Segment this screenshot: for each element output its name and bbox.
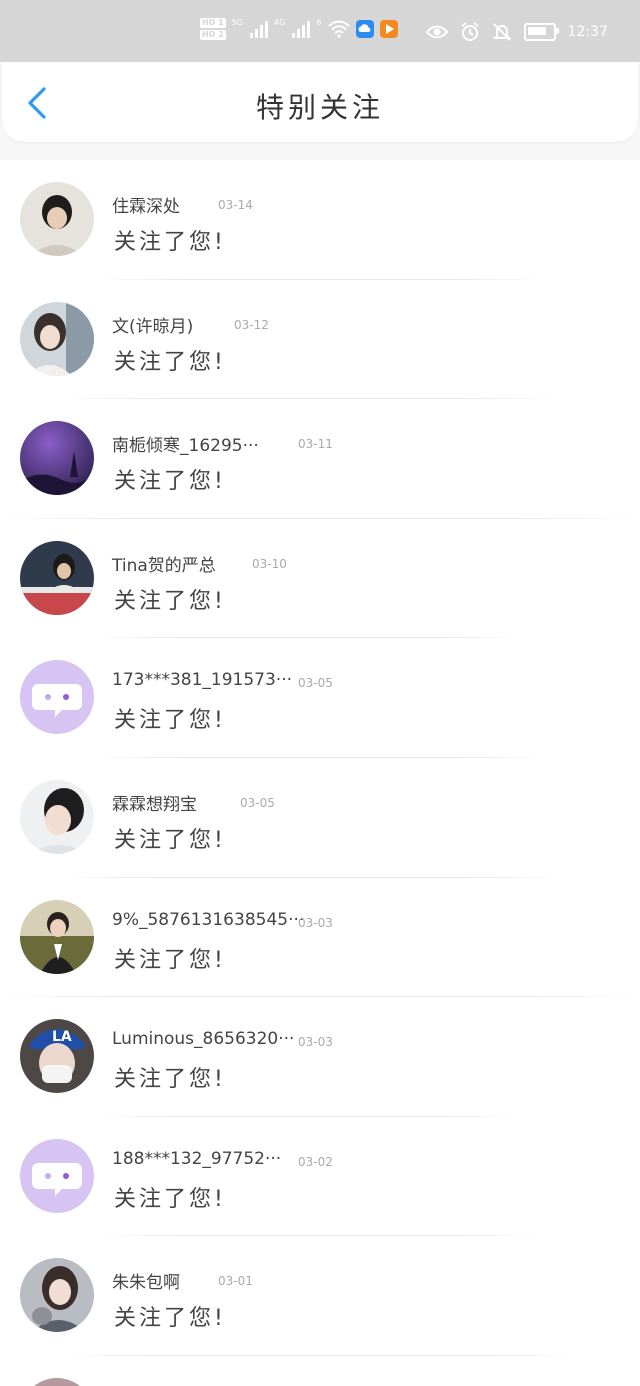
user-name: 朱朱包啊	[112, 1273, 180, 1294]
wifi-label: 6	[316, 18, 322, 27]
status-bar: HD 1 HD 2 5G 4G 6 12:37	[0, 0, 640, 62]
eye-icon	[425, 25, 448, 39]
follow-date: 03-03	[298, 915, 333, 930]
list-item[interactable]: LA Luminous_8656320··· 03-03 关注了您!	[0, 997, 640, 1117]
user-name: 霖霖想翔宝	[112, 794, 197, 815]
navigation-header: 特别关注	[2, 62, 638, 142]
follow-message: 关注了您!	[114, 827, 226, 853]
follow-date: 03-05	[298, 676, 333, 691]
user-name: 9%_58761316385​45···	[112, 909, 305, 930]
user-name: Tina贺的严总	[112, 555, 216, 576]
follow-date: 03-02	[298, 1154, 333, 1169]
avatar	[20, 899, 94, 974]
user-name: 南栀倾寒_16295···	[112, 436, 259, 457]
list-item[interactable]: 188***132_97752··· 03-02 关注了您!	[0, 1117, 640, 1237]
list-item[interactable]: Tina贺的严总 03-10 关注了您!	[0, 519, 640, 639]
avatar	[20, 301, 94, 376]
hd1-badge: HD 1	[200, 18, 226, 28]
avatar	[20, 182, 94, 256]
follow-date: 03-05	[240, 795, 275, 810]
user-name: 188***132_97752···	[112, 1148, 282, 1169]
follow-date: 03-01	[218, 1274, 253, 1289]
user-name: 173***381_191573···	[112, 670, 293, 691]
user-name: 文(许晾月)	[112, 316, 194, 337]
follow-message: 关注了您!	[114, 588, 226, 614]
network-5g-label: 5G	[231, 18, 243, 27]
default-avatar-icon	[20, 1138, 94, 1213]
status-left: HD 1 HD 2 5G 4G 6	[200, 18, 399, 40]
status-right: 12:37	[425, 22, 608, 42]
status-time: 12:37	[567, 24, 608, 40]
avatar	[20, 1258, 94, 1333]
list-item[interactable]: 朱朱包啊 03-01 关注了您!	[0, 1236, 640, 1356]
follow-message: 关注了您!	[114, 1067, 226, 1093]
network-4g-label: 4G	[273, 18, 286, 27]
avatar: LA	[20, 1019, 94, 1094]
follow-date: 03-03	[298, 1035, 333, 1050]
signal-icon-2	[292, 20, 311, 38]
list-item[interactable]: 9%_58761316385​45··· 03-03 关注了您!	[0, 878, 640, 998]
list-item-partial[interactable]	[0, 1356, 640, 1386]
follow-date: 03-14	[218, 198, 253, 212]
alarm-icon	[461, 22, 479, 41]
hd2-badge: HD 2	[200, 30, 226, 40]
hd-indicator: HD 1 HD 2	[200, 18, 226, 40]
mute-icon	[492, 23, 512, 41]
avatar	[20, 540, 94, 615]
default-avatar-icon	[20, 660, 94, 735]
signal-icon	[249, 20, 268, 38]
follow-message: 关注了您!	[114, 1186, 226, 1212]
svg-text:LA: LA	[52, 1029, 72, 1045]
user-name: Luminous_8656320···	[112, 1029, 295, 1050]
list-item[interactable]: 南栀倾寒_16295··· 03-11 关注了您!	[0, 399, 640, 519]
follow-list: 住霖深处 03-14 关注了您! 文(许晾月) 03-12 关注了您! 南栀倾寒…	[0, 160, 640, 1386]
list-item[interactable]: 文(许晾月) 03-12 关注了您!	[0, 280, 640, 400]
follow-message: 关注了您!	[114, 349, 226, 375]
follow-message: 关注了您!	[114, 469, 226, 495]
video-app-icon	[380, 20, 399, 38]
list-item[interactable]: 173***381_191573··· 03-05 关注了您!	[0, 638, 640, 758]
battery-icon	[523, 23, 559, 41]
follow-message: 关注了您!	[114, 230, 226, 255]
avatar	[20, 779, 94, 854]
follow-message: 关注了您!	[114, 1306, 226, 1332]
wifi-icon	[328, 20, 351, 38]
follow-date: 03-10	[252, 556, 287, 571]
page-title: 特别关注	[255, 91, 384, 124]
list-item[interactable]: 霖霖想翔宝 03-05 关注了您!	[0, 758, 640, 878]
follow-date: 03-11	[298, 437, 333, 452]
avatar	[20, 421, 94, 496]
cloud-app-icon	[356, 20, 375, 38]
list-item[interactable]: 住霖深处 03-14 关注了您!	[0, 160, 640, 280]
avatar	[20, 1377, 94, 1386]
follow-message: 关注了您!	[114, 947, 226, 973]
follow-date: 03-12	[234, 317, 269, 332]
follow-message: 关注了您!	[114, 708, 226, 734]
user-name: 住霖深处	[112, 197, 180, 217]
